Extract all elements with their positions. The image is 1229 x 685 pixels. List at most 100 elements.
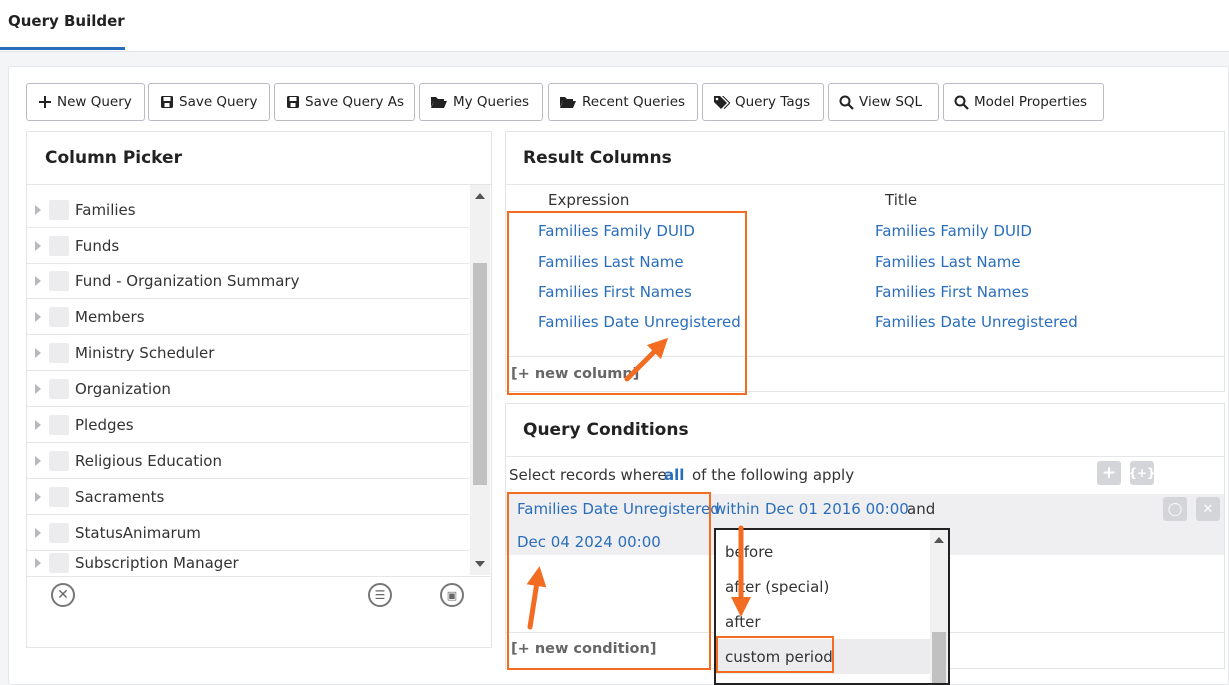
view-sql-button[interactable]: View SQL bbox=[828, 83, 939, 121]
condition-value-start-link[interactable]: Dec 01 2016 00:00 bbox=[765, 500, 909, 518]
save-query-label: Save Query bbox=[179, 94, 258, 110]
tree-item-statusanimarum[interactable]: StatusAnimarum bbox=[27, 515, 469, 551]
title-column-header: Title bbox=[885, 191, 918, 209]
tree-checkbox[interactable] bbox=[49, 522, 69, 543]
tree-checkbox[interactable] bbox=[49, 378, 69, 399]
tree-checkbox[interactable] bbox=[49, 306, 69, 327]
caret-right-icon[interactable] bbox=[35, 347, 41, 358]
save-query-as-button[interactable]: Save Query As bbox=[274, 83, 415, 121]
add-group-icon[interactable]: {+} bbox=[1128, 461, 1156, 485]
tree-checkbox[interactable] bbox=[49, 450, 69, 471]
conditions-intro-suffix: of the following apply bbox=[692, 466, 855, 484]
divider bbox=[27, 184, 491, 185]
annotation-highlight-box bbox=[507, 492, 711, 670]
result-title[interactable]: Families Family DUID bbox=[875, 222, 1032, 240]
caret-right-icon[interactable] bbox=[35, 311, 41, 322]
tree-item-religious-education[interactable]: Religious Education bbox=[27, 443, 469, 479]
scroll-down-arrow-icon[interactable] bbox=[475, 561, 485, 567]
tree-checkbox[interactable] bbox=[49, 235, 69, 256]
dropdown-option[interactable]: after (special) bbox=[716, 569, 932, 604]
save-icon bbox=[159, 95, 174, 110]
result-title[interactable]: Families Date Unregistered bbox=[875, 313, 1078, 331]
my-queries-label: My Queries bbox=[453, 94, 530, 110]
condition-conjunction: and bbox=[907, 500, 936, 518]
view-sql-label: View SQL bbox=[859, 94, 923, 110]
search-icon bbox=[954, 95, 969, 110]
caret-right-icon[interactable] bbox=[35, 383, 41, 394]
result-title[interactable]: Families Last Name bbox=[875, 253, 1021, 271]
caret-right-icon[interactable] bbox=[35, 419, 41, 430]
dropdown-option[interactable]: before bbox=[716, 534, 932, 569]
caret-right-icon[interactable] bbox=[35, 527, 41, 538]
conditions-intro-prefix: Select records where bbox=[509, 466, 667, 484]
tree-checkbox[interactable] bbox=[49, 553, 69, 573]
caret-right-icon[interactable] bbox=[35, 491, 41, 502]
active-tab-indicator bbox=[0, 47, 125, 50]
dropdown-option[interactable]: in previous hours bbox=[716, 674, 932, 684]
plus-icon bbox=[37, 95, 52, 110]
my-queries-button[interactable]: My Queries bbox=[419, 83, 543, 121]
tree-checkbox[interactable] bbox=[49, 342, 69, 363]
tags-icon bbox=[713, 95, 730, 110]
tree-item-organization[interactable]: Organization bbox=[27, 371, 469, 407]
new-query-label: New Query bbox=[57, 94, 132, 110]
recent-queries-label: Recent Queries bbox=[582, 94, 686, 110]
caret-right-icon[interactable] bbox=[35, 240, 41, 251]
tree-checkbox[interactable] bbox=[49, 414, 69, 435]
annotation-highlight-box bbox=[507, 211, 747, 395]
caret-right-icon[interactable] bbox=[35, 558, 41, 568]
tree-item-fund-organization-summary[interactable]: Fund - Organization Summary bbox=[27, 263, 469, 299]
add-condition-icon[interactable]: + bbox=[1097, 461, 1121, 485]
dropdown-scroll-thumb[interactable] bbox=[932, 632, 946, 683]
query-conditions-title: Query Conditions bbox=[523, 420, 689, 440]
column-picker-scrollbar[interactable] bbox=[470, 185, 490, 575]
model-properties-label: Model Properties bbox=[974, 94, 1088, 110]
layout-view-icon[interactable]: ▣ bbox=[440, 583, 464, 607]
clear-selection-icon[interactable]: ✕ bbox=[51, 583, 75, 607]
caret-right-icon[interactable] bbox=[35, 455, 41, 466]
scroll-up-arrow-icon[interactable] bbox=[934, 537, 944, 543]
column-picker-title: Column Picker bbox=[45, 148, 182, 168]
divider bbox=[506, 184, 1224, 185]
tree-checkbox[interactable] bbox=[49, 199, 69, 220]
result-columns-title: Result Columns bbox=[523, 148, 672, 168]
tree-checkbox[interactable] bbox=[49, 486, 69, 507]
condition-operator-link[interactable]: within bbox=[714, 500, 760, 518]
tree-item-families[interactable]: Families bbox=[27, 192, 469, 228]
list-view-icon[interactable]: ☰ bbox=[368, 583, 392, 607]
top-bar: Query Builder bbox=[0, 0, 1229, 52]
folder-open-icon bbox=[559, 95, 577, 110]
save-icon bbox=[285, 95, 300, 110]
tab-query-builder[interactable]: Query Builder bbox=[0, 0, 133, 52]
divider bbox=[506, 456, 1224, 457]
caret-right-icon[interactable] bbox=[35, 204, 41, 215]
folder-open-icon bbox=[430, 95, 448, 110]
scroll-up-arrow-icon[interactable] bbox=[475, 193, 485, 199]
result-title[interactable]: Families First Names bbox=[875, 283, 1029, 301]
save-query-button[interactable]: Save Query bbox=[148, 83, 270, 121]
new-query-button[interactable]: New Query bbox=[26, 83, 145, 121]
save-query-as-label: Save Query As bbox=[305, 94, 405, 110]
divider bbox=[27, 576, 491, 577]
delete-condition-icon[interactable]: ✕ bbox=[1196, 497, 1220, 521]
dropdown-scrollbar[interactable] bbox=[930, 530, 948, 683]
dropdown-option[interactable]: after bbox=[716, 604, 932, 639]
tree-item-funds[interactable]: Funds bbox=[27, 228, 469, 264]
tree-item-pledges[interactable]: Pledges bbox=[27, 407, 469, 443]
query-tags-label: Query Tags bbox=[735, 94, 811, 110]
match-mode-link[interactable]: all bbox=[664, 466, 684, 484]
query-tags-button[interactable]: Query Tags bbox=[702, 83, 824, 121]
caret-right-icon[interactable] bbox=[35, 275, 41, 286]
expression-column-header: Expression bbox=[548, 191, 630, 209]
tree-item-members[interactable]: Members bbox=[27, 299, 469, 335]
annotation-highlight-box bbox=[716, 636, 834, 673]
tree-item-subscription-manager[interactable]: Subscription Manager bbox=[27, 550, 469, 576]
toggle-condition-icon[interactable]: ◯ bbox=[1163, 497, 1187, 521]
search-icon bbox=[839, 95, 854, 110]
model-properties-button[interactable]: Model Properties bbox=[943, 83, 1104, 121]
tree-item-ministry-scheduler[interactable]: Ministry Scheduler bbox=[27, 335, 469, 371]
scroll-thumb[interactable] bbox=[473, 263, 487, 485]
recent-queries-button[interactable]: Recent Queries bbox=[548, 83, 698, 121]
tree-item-sacraments[interactable]: Sacraments bbox=[27, 479, 469, 515]
tree-checkbox[interactable] bbox=[49, 270, 69, 291]
